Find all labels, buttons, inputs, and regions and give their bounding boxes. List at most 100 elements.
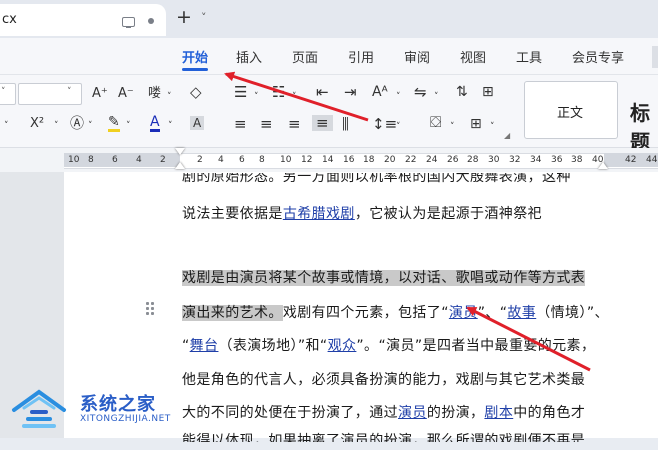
paragraph-line[interactable]: 他是角色的代言人，必须具备扮演的能力，戏剧与其它艺术类最: [182, 369, 585, 389]
tab-tools[interactable]: 工具: [516, 47, 542, 66]
paragraph-text: 戏剧有四个元素，包括了“: [282, 305, 449, 321]
hyperlink[interactable]: 舞台: [190, 338, 219, 354]
tab-review[interactable]: 审阅: [404, 47, 430, 66]
chevron-down-icon[interactable]: ˅: [292, 90, 297, 104]
grow-font-button[interactable]: A⁺: [92, 87, 108, 101]
shrink-font-button[interactable]: A⁻: [118, 87, 134, 101]
paragraph-text: 他是角色的代言人，必须具备扮演的能力，戏剧与其它艺术类最: [182, 372, 586, 388]
hyperlink[interactable]: 古希腊戏剧: [283, 206, 355, 222]
line-spacing-icon[interactable]: ↕≡: [372, 117, 397, 132]
right-indent-marker[interactable]: [598, 162, 608, 169]
chevron-down-icon[interactable]: ˅: [450, 120, 455, 134]
char-shading-button[interactable]: A: [190, 116, 205, 130]
ruler-number: 44: [646, 155, 658, 165]
paragraph-dialog-icon[interactable]: ◢: [504, 129, 510, 143]
first-line-indent-marker[interactable]: [175, 148, 185, 155]
selected-text[interactable]: 戏剧是由演员将某个故事或情境，以对话、歌唱或动作等方式表: [182, 270, 586, 286]
ruler-number: 22: [405, 155, 417, 165]
chevron-down-icon[interactable]: ˅: [201, 11, 207, 24]
tab-home[interactable]: 开始: [182, 47, 208, 66]
text-direction-icon[interactable]: ⇋: [414, 85, 427, 100]
hyperlink[interactable]: 演员: [449, 305, 478, 321]
ruler-number: 18: [363, 155, 375, 165]
hyperlink[interactable]: 观众: [328, 338, 357, 354]
paragraph-line[interactable]: 戏剧是由演员将某个故事或情境，以对话、歌唱或动作等方式表: [182, 267, 586, 287]
ruler-number: 8: [88, 155, 94, 165]
paragraph-line[interactable]: “舞台（表演场地）”和“观众”。“演员”是四者当中最重要的元素，: [182, 335, 595, 355]
highlighter-icon[interactable]: ✎: [108, 115, 120, 132]
chevron-down-icon[interactable]: ˅: [4, 119, 9, 133]
decrease-indent-icon[interactable]: ⇤: [316, 85, 329, 100]
sort-icon[interactable]: ⇅: [456, 85, 468, 99]
chevron-down-icon[interactable]: ˅: [396, 120, 401, 134]
ruler-number: 36: [551, 155, 563, 165]
numbered-list-icon[interactable]: ☷: [272, 85, 285, 100]
paragraph-drag-handle-icon[interactable]: [146, 302, 156, 316]
menu-scroll-handle[interactable]: [652, 46, 658, 68]
paragraph-line[interactable]: 大的不同的处便在于扮演了，通过演员的扮演，剧本中的角色才: [182, 402, 585, 422]
paragraph-line-partial[interactable]: 能得以体现，如果抽离了演员的扮演，那么所谓的戏剧便不再是: [182, 430, 585, 442]
monitor-icon[interactable]: [122, 17, 135, 28]
clear-format-icon[interactable]: ◇: [190, 85, 202, 100]
chevron-down-icon[interactable]: ˅: [126, 119, 131, 133]
paragraph-shading-icon[interactable]: ⛋: [430, 115, 441, 130]
phonetic-guide-button[interactable]: 喽: [148, 87, 161, 101]
font-color-icon[interactable]: A: [150, 115, 160, 132]
tab-insert[interactable]: 插入: [236, 47, 262, 66]
chevron-down-icon[interactable]: ˅: [490, 120, 495, 134]
chevron-down-icon[interactable]: ˅: [167, 90, 172, 104]
superscript-button[interactable]: X²: [30, 117, 44, 131]
paragraph-text: 说法主要依据是: [182, 206, 283, 222]
ruler-number: 14: [322, 155, 334, 165]
font-size-select[interactable]: ˅: [18, 83, 82, 105]
chevron-down-icon[interactable]: ˅: [54, 119, 59, 133]
borders-icon[interactable]: ⊞: [470, 117, 482, 131]
style-normal-button[interactable]: 正文: [524, 81, 618, 139]
align-left-icon[interactable]: ≡: [234, 117, 247, 132]
hyperlink[interactable]: 故事: [507, 305, 536, 321]
bullet-list-icon[interactable]: ☰: [234, 85, 247, 100]
title-bar: cx + ˅: [0, 0, 658, 38]
align-right-icon[interactable]: ≡: [288, 117, 301, 132]
hyperlink[interactable]: 演员: [398, 405, 427, 421]
tab-page[interactable]: 页面: [292, 47, 318, 66]
new-tab-button[interactable]: +: [176, 6, 192, 28]
chevron-down-icon[interactable]: ˅: [396, 90, 401, 104]
tab-member[interactable]: 会员专享: [572, 47, 624, 66]
status-dot-icon: [148, 18, 154, 24]
style-normal-label: 正文: [557, 106, 584, 121]
ribbon-menu-bar: 开始 插入 页面 引用 审阅 视图 工具 会员专享: [0, 38, 658, 75]
change-case-icon[interactable]: Aᴬ: [372, 85, 388, 99]
distribute-icon[interactable]: ⫼: [342, 117, 349, 132]
paragraph-text: 中的角色才: [513, 405, 586, 421]
ruler-number: 4: [218, 155, 224, 165]
selected-text[interactable]: 演出来的艺术。: [182, 305, 283, 321]
ruler-number: 28: [467, 155, 479, 165]
ruler-number: 2: [197, 155, 203, 165]
ruler-number: 38: [571, 155, 583, 165]
document-tab[interactable]: cx: [0, 4, 166, 36]
show-marks-icon[interactable]: ⊞: [482, 85, 494, 99]
tab-references[interactable]: 引用: [348, 47, 374, 66]
chevron-down-icon[interactable]: ˅: [254, 90, 259, 104]
paragraph-line[interactable]: 说法主要依据是古希腊戏剧，它被认为是起源于酒神祭祀: [182, 203, 542, 223]
chevron-down-icon[interactable]: ˅: [168, 119, 173, 133]
hanging-indent-marker[interactable]: [175, 162, 185, 169]
chevron-down-icon[interactable]: ˅: [88, 119, 93, 133]
tab-view[interactable]: 视图: [460, 47, 486, 66]
chevron-down-icon[interactable]: ˅: [434, 90, 439, 104]
style-heading-button[interactable]: 标题: [630, 97, 658, 155]
ruler-number: 26: [447, 155, 459, 165]
increase-indent-icon[interactable]: ⇥: [344, 85, 357, 100]
ruler-number: 6: [112, 155, 118, 165]
ruler-number: 42: [625, 155, 637, 165]
paragraph-line[interactable]: 演出来的艺术。戏剧有四个元素，包括了“演员”、“故事（情境）”、: [182, 302, 609, 322]
paragraph-text: （表演场地）”和“: [218, 338, 328, 354]
text-effect-icon[interactable]: Ⓐ: [70, 117, 84, 131]
chevron-down-icon: ˅: [1, 87, 6, 97]
align-center-icon[interactable]: ≡: [260, 117, 273, 132]
hyperlink[interactable]: 剧本: [484, 405, 513, 421]
font-name-select[interactable]: ˅: [0, 83, 16, 105]
ruler-number: 10: [68, 155, 80, 165]
justify-icon[interactable]: ≡: [312, 115, 333, 131]
